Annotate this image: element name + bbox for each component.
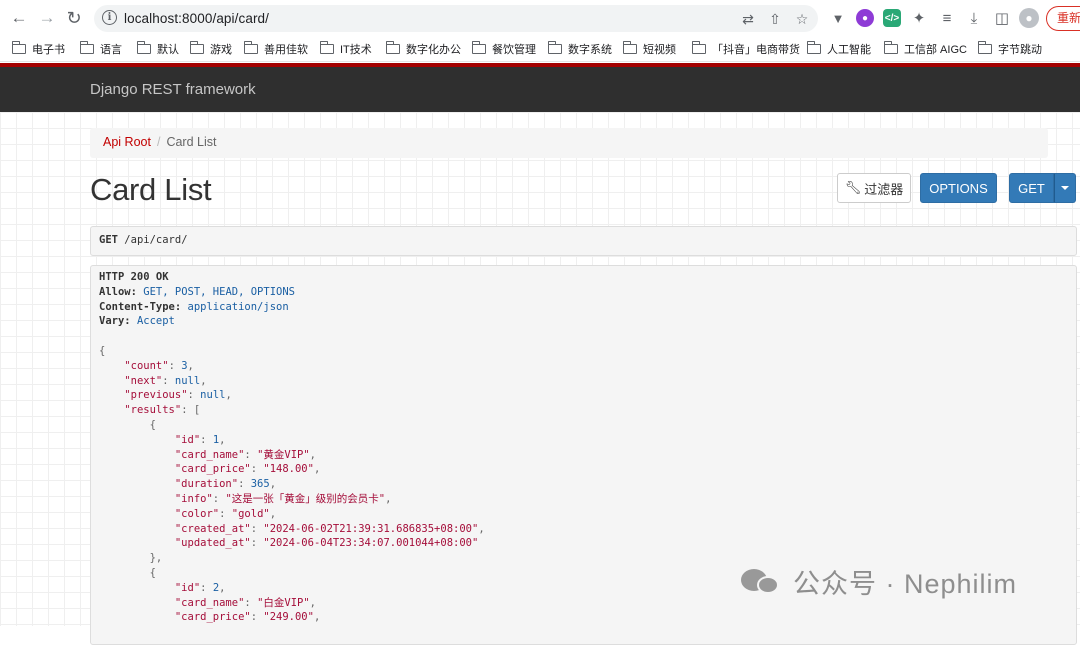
folder-icon <box>806 41 821 54</box>
json-line: "results": [ <box>124 404 201 417</box>
address-bar[interactable]: i localhost:8000/api/card/ ⇄ ⇧ ☆ <box>94 5 818 32</box>
folder-icon <box>385 41 400 54</box>
breadcrumb-api-root[interactable]: Api Root <box>103 135 151 149</box>
request-info: GET /api/card/ <box>90 226 1077 256</box>
extension-purple-icon[interactable]: ● <box>856 9 874 27</box>
extensions-puzzle-icon[interactable]: ✦ <box>909 8 929 28</box>
folder-icon <box>883 41 898 54</box>
bookmark-folder[interactable]: 人工智能 <box>806 41 871 57</box>
forward-arrow-icon[interactable]: → <box>35 6 59 30</box>
request-method: GET <box>99 234 118 246</box>
folder-icon <box>471 41 486 54</box>
share-icon[interactable]: ⇧ <box>765 9 785 29</box>
filter-button[interactable]: 🔧︎ 过滤器 <box>837 173 911 203</box>
bookmark-folder[interactable]: 餐饮管理 <box>471 41 536 57</box>
json-line: "card_price": "249.00", <box>174 611 321 624</box>
watermark-text: 公众号 · Nephilim <box>793 569 1018 599</box>
bookmarks-bar: 电子书 语言 默认 游戏 善用佳软 IT技术 数字化办公 餐饮管理 数字系统 短… <box>0 36 1080 62</box>
header-name: Content-Type: <box>99 300 182 313</box>
folder-icon <box>691 41 706 54</box>
bookmark-folder[interactable]: 「抖音」电商带货 <box>691 41 800 57</box>
vue-devtools-icon[interactable]: ▼ <box>829 9 847 27</box>
folder-icon <box>977 41 992 54</box>
folder-icon <box>319 41 334 54</box>
header-value[interactable]: GET, POST, HEAD, OPTIONS <box>143 286 295 298</box>
folder-icon <box>243 41 258 54</box>
reload-icon[interactable]: ↻ <box>62 6 86 30</box>
wrench-icon: 🔧︎ <box>844 180 862 195</box>
translate-icon[interactable]: ⇄ <box>738 9 758 29</box>
page-title: Card List <box>90 172 212 207</box>
options-button[interactable]: OPTIONS <box>920 173 997 203</box>
json-line: "previous": null, <box>124 389 232 402</box>
back-arrow-icon[interactable]: ← <box>7 6 31 30</box>
folder-icon <box>79 41 94 54</box>
folder-icon <box>11 41 26 54</box>
get-format-dropdown-caret-icon[interactable] <box>1054 173 1076 203</box>
folder-icon <box>189 41 204 54</box>
json-line: "card_price": "148.00", <box>174 463 321 476</box>
navbar: Django REST framework <box>0 67 1080 112</box>
response-status: HTTP 200 OK <box>99 271 169 283</box>
profile-avatar-icon[interactable]: ● <box>1019 8 1039 28</box>
json-line: { <box>149 418 156 431</box>
bookmark-folder[interactable]: 电子书 <box>11 41 65 57</box>
relaunch-button[interactable]: 重新 <box>1046 6 1080 31</box>
bookmark-folder[interactable]: IT技术 <box>319 41 372 57</box>
site-info-icon[interactable]: i <box>102 10 117 25</box>
url-text: localhost:8000/api/card/ <box>124 11 269 26</box>
download-icon[interactable]: ⤓ <box>964 8 984 28</box>
browser-toolbar: ← → ↻ i localhost:8000/api/card/ ⇄ ⇧ ☆ ▼… <box>0 0 1080 36</box>
json-line: "info": "这是一张「黄金」级别的会员卡", <box>174 492 392 505</box>
breadcrumb-separator: / <box>156 135 161 149</box>
json-line: "card_name": "黄金VIP", <box>174 448 316 461</box>
json-line: { <box>99 344 106 357</box>
json-line: "created_at": "2024-06-02T21:39:31.68683… <box>174 522 485 535</box>
reading-list-icon[interactable]: ≡ <box>937 8 957 28</box>
navbar-brand[interactable]: Django REST framework <box>90 81 256 98</box>
get-button[interactable]: GET <box>1009 173 1054 203</box>
header-value[interactable]: Accept <box>137 315 175 327</box>
json-line: "next": null, <box>124 374 207 387</box>
folder-icon <box>547 41 562 54</box>
bookmark-folder[interactable]: 短视频 <box>622 41 676 57</box>
json-line: "duration": 365, <box>174 478 277 491</box>
side-panel-icon[interactable]: ◫ <box>992 8 1012 28</box>
bookmark-folder[interactable]: 字节跳动 <box>977 41 1042 57</box>
header-value[interactable]: application/json <box>188 301 289 313</box>
bookmark-star-icon[interactable]: ☆ <box>792 9 812 29</box>
request-path: /api/card/ <box>124 234 188 246</box>
header-name: Vary: <box>99 315 131 328</box>
json-line: "id": 1, <box>174 433 226 446</box>
main-content: Api Root / Card List Card List 🔧︎ 过滤器 OPTI… <box>0 112 1080 645</box>
folder-icon <box>136 41 151 54</box>
bookmark-folder[interactable]: 数字化办公 <box>385 41 461 57</box>
bookmark-folder[interactable]: 默认 <box>136 41 179 57</box>
extension-green-icon[interactable]: </> <box>883 9 901 27</box>
bookmark-folder[interactable]: 工信部 AIGC <box>883 41 967 57</box>
bookmark-folder[interactable]: 数字系统 <box>547 41 612 57</box>
bookmark-folder[interactable]: 善用佳软 <box>243 41 308 57</box>
folder-icon <box>622 41 637 54</box>
bookmark-folder[interactable]: 游戏 <box>189 41 232 57</box>
json-line: "updated_at": "2024-06-04T23:34:07.00104… <box>174 537 479 550</box>
header-name: Allow: <box>99 285 137 298</box>
json-line: "count": 3, <box>124 359 194 372</box>
wechat-icon <box>741 567 783 597</box>
watermark: 公众号 · Nephilim <box>741 562 1017 601</box>
breadcrumb: Api Root / Card List <box>90 128 1048 158</box>
breadcrumb-current: Card List <box>166 135 217 149</box>
json-line: "color": "gold", <box>174 507 277 520</box>
bookmark-folder[interactable]: 语言 <box>79 41 122 57</box>
